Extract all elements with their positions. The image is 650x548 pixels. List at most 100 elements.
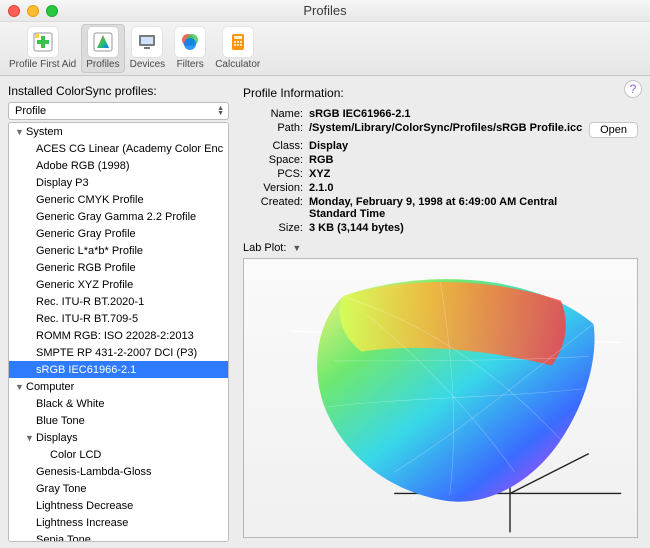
- tree-item-label: Generic CMYK Profile: [36, 194, 144, 206]
- toolbar-calculator[interactable]: Calculator: [210, 24, 265, 73]
- tree-item[interactable]: Generic XYZ Profile: [9, 276, 228, 293]
- tree-item-label: ACES CG Linear (Academy Color Enc: [36, 143, 223, 155]
- toolbar-label: Filters: [177, 59, 204, 70]
- tree-item-label: Generic Gray Gamma 2.2 Profile: [36, 211, 196, 223]
- tree-group-system[interactable]: ▼System: [9, 123, 228, 140]
- field-value-path: /System/Library/ColorSync/Profiles/sRGB …: [309, 122, 583, 138]
- tree-item[interactable]: Lightness Decrease: [9, 497, 228, 514]
- profile-tree[interactable]: ▼SystemACES CG Linear (Academy Color Enc…: [8, 122, 229, 542]
- field-label-name: Name:: [243, 108, 303, 120]
- toolbar-filters[interactable]: Filters: [170, 24, 210, 73]
- toolbar-label: Profiles: [86, 59, 119, 70]
- tree-item-label: Black & White: [36, 398, 104, 410]
- tree-item-label: Blue Tone: [36, 415, 85, 427]
- tree-item[interactable]: Black & White: [9, 395, 228, 412]
- field-value-size: 3 KB (3,144 bytes): [309, 222, 583, 234]
- window-title: Profiles: [0, 3, 650, 18]
- tree-group-displays[interactable]: ▼Displays: [9, 429, 228, 446]
- profile-info-grid: Name: sRGB IEC61966-2.1 Path: /System/Li…: [239, 108, 642, 240]
- disclosure-icon: ▼: [25, 433, 34, 443]
- tree-item-label: Gray Tone: [36, 483, 87, 495]
- field-label-class: Class:: [243, 140, 303, 152]
- tree-item[interactable]: Rec. ITU-R BT.709-5: [9, 310, 228, 327]
- tree-item[interactable]: Color LCD: [9, 446, 228, 463]
- tree-item[interactable]: ACES CG Linear (Academy Color Enc: [9, 140, 228, 157]
- field-label-version: Version:: [243, 182, 303, 194]
- open-button[interactable]: Open: [589, 122, 638, 138]
- toolbar-profile-first-aid[interactable]: Profile First Aid: [4, 24, 81, 73]
- tree-item-label: Generic XYZ Profile: [36, 279, 133, 291]
- calculator-icon: [223, 27, 253, 57]
- tree-item-label: Displays: [36, 432, 78, 444]
- tree-item-label: Display P3: [36, 177, 89, 189]
- toolbar-devices[interactable]: Devices: [125, 24, 171, 73]
- tree-item-label: Adobe RGB (1998): [36, 160, 130, 172]
- tree-item[interactable]: Lightness Increase: [9, 514, 228, 531]
- filters-icon: [175, 27, 205, 57]
- tree-item[interactable]: Generic Gray Profile: [9, 225, 228, 242]
- lab-plot-disclosure-icon[interactable]: ▼: [292, 243, 301, 253]
- disclosure-icon: ▼: [15, 382, 24, 392]
- field-label-created: Created:: [243, 196, 303, 220]
- toolbar: Profile First Aid Profiles Devices Filte…: [0, 22, 650, 76]
- titlebar: Profiles: [0, 0, 650, 22]
- field-label-space: Space:: [243, 154, 303, 166]
- help-icon: ?: [630, 82, 637, 96]
- sort-arrows-icon: ▲▼: [217, 106, 226, 116]
- tree-item[interactable]: Sepia Tone: [9, 531, 228, 542]
- tree-item[interactable]: Generic CMYK Profile: [9, 191, 228, 208]
- tree-item[interactable]: Adobe RGB (1998): [9, 157, 228, 174]
- main-content: Installed ColorSync profiles: Profile ▲▼…: [0, 76, 650, 548]
- tree-item[interactable]: Gray Tone: [9, 480, 228, 497]
- help-button[interactable]: ?: [624, 80, 642, 98]
- tree-item-label: Generic RGB Profile: [36, 262, 136, 274]
- tree-item[interactable]: sRGB IEC61966-2.1: [9, 361, 228, 378]
- field-value-version: 2.1.0: [309, 182, 583, 194]
- lab-plot-row: Lab Plot: ▼: [239, 240, 642, 258]
- tree-item[interactable]: Blue Tone: [9, 412, 228, 429]
- tree-group-computer[interactable]: ▼Computer: [9, 378, 228, 395]
- tree-item[interactable]: Generic RGB Profile: [9, 259, 228, 276]
- tree-item[interactable]: Generic Gray Gamma 2.2 Profile: [9, 208, 228, 225]
- details-header: Profile Information:: [243, 86, 642, 100]
- field-value-created: Monday, February 9, 1998 at 6:49:00 AM C…: [309, 196, 583, 220]
- tree-item[interactable]: SMPTE RP 431-2-2007 DCI (P3): [9, 344, 228, 361]
- tree-item-label: SMPTE RP 431-2-2007 DCI (P3): [36, 347, 197, 359]
- field-label-pcs: PCS:: [243, 168, 303, 180]
- tree-item-label: Generic Gray Profile: [36, 228, 136, 240]
- toolbar-label: Profile First Aid: [9, 59, 76, 70]
- tree-item-label: Sepia Tone: [36, 534, 91, 543]
- tree-item-label: Computer: [26, 381, 74, 393]
- tree-item[interactable]: Genesis-Lambda-Gloss: [9, 463, 228, 480]
- field-value-name: sRGB IEC61966-2.1: [309, 108, 583, 120]
- toolbar-label: Calculator: [215, 59, 260, 70]
- lab-plot-3d: [244, 259, 637, 537]
- profiles-icon: [88, 27, 118, 57]
- tree-item[interactable]: Rec. ITU-R BT.2020-1: [9, 293, 228, 310]
- column-header-profile[interactable]: Profile ▲▼: [8, 102, 229, 120]
- tree-item[interactable]: Generic L*a*b* Profile: [9, 242, 228, 259]
- tree-item-label: Rec. ITU-R BT.2020-1: [36, 296, 144, 308]
- sidebar-header: Installed ColorSync profiles:: [8, 84, 229, 98]
- tree-item-label: Generic L*a*b* Profile: [36, 245, 143, 257]
- disclosure-icon: ▼: [15, 127, 24, 137]
- details-panel: ? Profile Information: Name: sRGB IEC619…: [233, 76, 650, 548]
- lab-plot-view[interactable]: [243, 258, 638, 538]
- tree-item-label: sRGB IEC61966-2.1: [36, 364, 136, 376]
- tree-item-label: Color LCD: [50, 449, 101, 461]
- tree-item[interactable]: Display P3: [9, 174, 228, 191]
- tree-item-label: System: [26, 126, 63, 138]
- devices-icon: [132, 27, 162, 57]
- field-value-class: Display: [309, 140, 583, 152]
- tree-item[interactable]: ROMM RGB: ISO 22028-2:2013: [9, 327, 228, 344]
- tree-item-label: Lightness Increase: [36, 517, 128, 529]
- sidebar: Installed ColorSync profiles: Profile ▲▼…: [0, 76, 233, 548]
- field-value-space: RGB: [309, 154, 583, 166]
- field-label-size: Size:: [243, 222, 303, 234]
- tree-item-label: Lightness Decrease: [36, 500, 133, 512]
- field-value-pcs: XYZ: [309, 168, 583, 180]
- first-aid-icon: [28, 27, 58, 57]
- tree-item-label: Rec. ITU-R BT.709-5: [36, 313, 138, 325]
- toolbar-profiles[interactable]: Profiles: [81, 24, 124, 73]
- tree-item-label: Genesis-Lambda-Gloss: [36, 466, 152, 478]
